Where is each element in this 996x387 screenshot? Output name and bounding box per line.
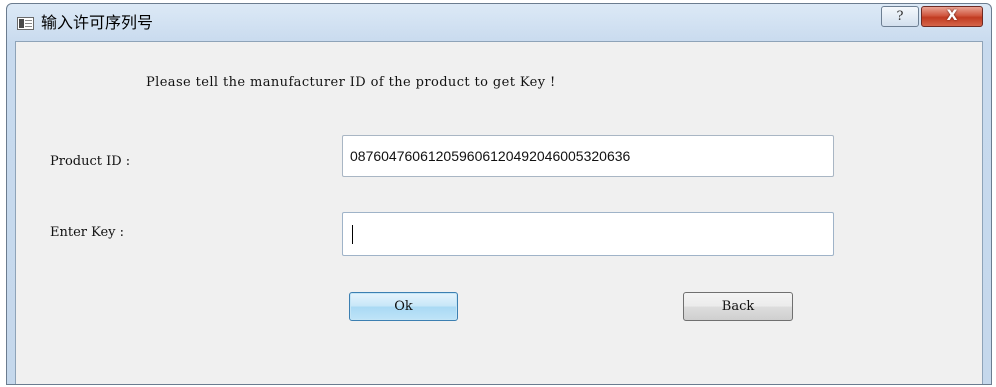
back-button[interactable]: Back xyxy=(683,292,793,321)
enter-key-field[interactable] xyxy=(342,212,834,256)
help-icon: ? xyxy=(896,9,904,24)
instruction-message: Please tell the manufacturer ID of the p… xyxy=(146,75,556,90)
license-dialog-window: 输入许可序列号 ? X Please tell the manufacturer… xyxy=(6,3,992,385)
dialog-body: Please tell the manufacturer ID of the p… xyxy=(15,41,983,384)
text-caret xyxy=(352,225,353,244)
product-id-value: 087604760612059606120492046005320636 xyxy=(350,148,631,164)
window-title: 输入许可序列号 xyxy=(41,13,154,32)
app-window-icon xyxy=(17,17,34,30)
close-button[interactable]: X xyxy=(921,6,983,27)
ok-button[interactable]: Ok xyxy=(349,292,458,321)
title-bar[interactable]: 输入许可序列号 ? X xyxy=(7,4,991,42)
close-icon: X xyxy=(946,8,958,24)
help-button[interactable]: ? xyxy=(881,6,919,27)
product-id-label: Product ID : xyxy=(50,154,131,169)
product-id-field[interactable]: 087604760612059606120492046005320636 xyxy=(342,135,834,177)
enter-key-label: Enter Key : xyxy=(50,225,125,240)
